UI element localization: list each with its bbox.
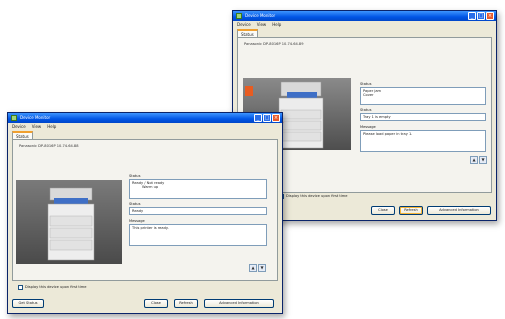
window-title: Device Monitor — [245, 13, 276, 18]
menu-help[interactable]: Help — [47, 124, 56, 129]
advanced-information-button[interactable]: Advanced Information — [204, 299, 274, 308]
message-field[interactable]: Please load paper in tray 1. — [360, 130, 486, 152]
scroll-down-button[interactable]: ▼ — [258, 264, 266, 272]
close-button[interactable]: Close — [144, 299, 168, 308]
scroll-down-button[interactable]: ▼ — [479, 156, 487, 164]
status-label: Status — [360, 82, 372, 86]
display-checkbox[interactable] — [18, 285, 23, 290]
window-title: Device Monitor — [20, 115, 51, 120]
device-monitor-window-front: Device Monitor _ □ × Device View Help St… — [7, 112, 283, 314]
app-icon — [236, 13, 242, 19]
status2-label: Status — [129, 202, 141, 206]
menu-bar: Device View Help — [233, 21, 496, 28]
tab-status[interactable]: Status — [237, 29, 258, 37]
printer-illustration — [47, 187, 95, 261]
scroll-up-button[interactable]: ▲ — [470, 156, 478, 164]
message-field[interactable]: This printer is ready. — [129, 224, 267, 246]
status-field[interactable]: Ready / Not ready Warm up — [129, 179, 267, 199]
menu-device[interactable]: Device — [237, 22, 251, 27]
status2-field[interactable]: Tray 1 is empty — [360, 113, 486, 121]
maximize-button[interactable]: □ — [263, 114, 271, 122]
status-field[interactable]: Paper jam Cover — [360, 87, 486, 105]
display-checkbox-label: Display this device upon first time — [286, 194, 348, 198]
minimize-button[interactable]: _ — [468, 12, 476, 20]
menu-view[interactable]: View — [32, 124, 42, 129]
menu-help[interactable]: Help — [272, 22, 281, 27]
scroll-up-button[interactable]: ▲ — [249, 264, 257, 272]
tab-status[interactable]: Status — [12, 131, 33, 139]
menu-bar: Device View Help — [8, 123, 282, 130]
message-label: Message — [129, 219, 145, 223]
menu-view[interactable]: View — [257, 22, 267, 27]
status-line-2: Cover — [363, 93, 374, 98]
title-bar[interactable]: Device Monitor _ □ × — [8, 113, 282, 123]
get-status-button[interactable]: Get Status — [12, 299, 44, 308]
alert-icon — [245, 86, 253, 96]
maximize-button[interactable]: □ — [477, 12, 485, 20]
status-panel: Panasonic DP-8016P 10.74.64.88 Status Re… — [12, 139, 278, 281]
close-window-button[interactable]: × — [272, 114, 280, 122]
message-label: Message — [360, 125, 376, 129]
status-label: Status — [129, 174, 141, 178]
menu-device[interactable]: Device — [12, 124, 26, 129]
app-icon — [11, 115, 17, 121]
refresh-button[interactable]: Refresh — [174, 299, 198, 308]
display-checkbox-label: Display this device upon first time — [25, 285, 87, 289]
close-button[interactable]: Close — [371, 206, 395, 215]
status2-label: Status — [360, 108, 372, 112]
minimize-button[interactable]: _ — [254, 114, 262, 122]
advanced-information-button[interactable]: Advanced Information — [427, 206, 491, 215]
close-window-button[interactable]: × — [486, 12, 494, 20]
status-line-2: Warm up — [142, 185, 159, 190]
refresh-button[interactable]: Refresh — [399, 206, 423, 215]
status2-field[interactable]: Ready — [129, 207, 267, 215]
device-header: Panasonic DP-8016P 10.74.64.88 — [19, 144, 79, 148]
printer-image — [16, 180, 122, 264]
device-header: Panasonic DP-8016P 10.74.64.89 — [244, 42, 304, 46]
title-bar[interactable]: Device Monitor _ □ × — [233, 11, 496, 21]
